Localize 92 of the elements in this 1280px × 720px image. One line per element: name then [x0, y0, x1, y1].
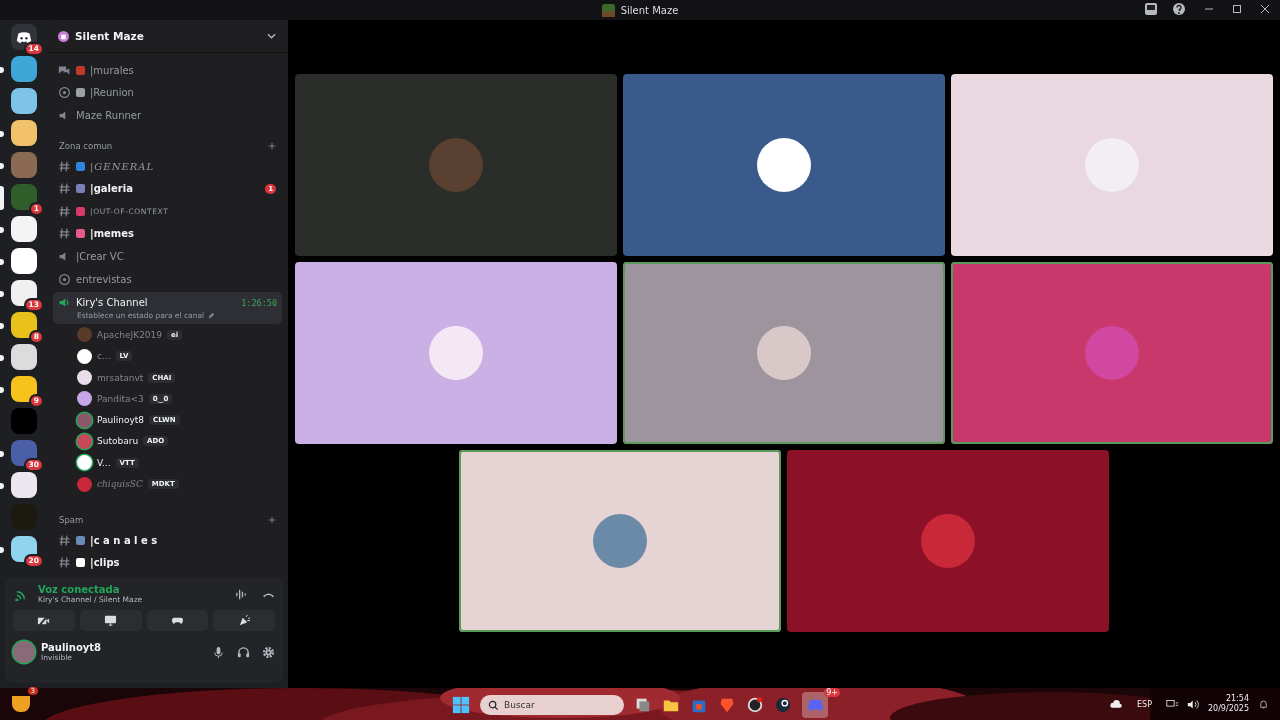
- windows-start-icon[interactable]: [452, 696, 470, 714]
- member-name: mrsatanvt: [97, 372, 144, 383]
- member-name: Sutobaru: [97, 436, 139, 447]
- forum-icon: [58, 63, 71, 77]
- clock-date[interactable]: 20/9/2025: [1207, 704, 1249, 714]
- channel-item[interactable]: |memes: [53, 222, 282, 246]
- logo-icon: [806, 698, 824, 712]
- headphones-icon[interactable]: [237, 645, 250, 659]
- hash-icon: [58, 159, 71, 173]
- party-popper-icon: [237, 614, 251, 627]
- server-icon: [58, 30, 69, 42]
- user-avatar[interactable]: [13, 641, 35, 663]
- inbox-icon[interactable]: [1144, 2, 1158, 16]
- pencil-icon[interactable]: [207, 311, 216, 320]
- channel-name: entrevistas: [76, 273, 133, 285]
- video-tile[interactable]: [295, 74, 617, 256]
- broadcast-icon: [58, 272, 71, 286]
- channel-item[interactable]: |Crear VC: [53, 245, 282, 268]
- video-tile[interactable]: [951, 262, 1273, 444]
- channel-name: |clips: [90, 557, 121, 569]
- monitor-icon: [104, 614, 118, 627]
- channel-name: Kiry's Channel: [76, 297, 149, 309]
- channel-item[interactable]: |c a n a l e s: [53, 528, 282, 552]
- close-icon[interactable]: [1260, 4, 1270, 14]
- hash-icon: [58, 556, 71, 570]
- recording-icon[interactable]: [746, 696, 764, 714]
- network-icon[interactable]: [1165, 698, 1179, 710]
- video-tile[interactable]: [787, 450, 1109, 632]
- member-name: V...: [97, 457, 111, 468]
- server-icon: [601, 3, 615, 17]
- video-tile[interactable]: [623, 74, 945, 256]
- member-name: Pandita<3: [97, 393, 144, 404]
- connection-status: Voz conectada: [38, 584, 121, 595]
- video-tile[interactable]: [459, 450, 781, 632]
- notification-badge: 9+: [824, 688, 840, 697]
- hash-icon: [58, 182, 71, 196]
- maximize-icon[interactable]: [1232, 4, 1242, 14]
- channel-item[interactable]: entrevistas: [53, 267, 282, 291]
- channel-name: |murales: [90, 64, 135, 76]
- soundboard-icon[interactable]: [235, 587, 248, 601]
- language-indicator[interactable]: ESP: [1137, 699, 1152, 709]
- microphone-icon[interactable]: [212, 645, 225, 659]
- hash-icon: [58, 227, 71, 241]
- broadcast-icon: [58, 86, 71, 100]
- screen-share-button[interactable]: [79, 610, 142, 631]
- channel-name: |GENERAL: [90, 160, 156, 172]
- channel-item[interactable]: |clips: [53, 551, 282, 574]
- channel-item[interactable]: Maze Runner: [53, 104, 282, 127]
- activity-button[interactable]: [146, 610, 209, 631]
- widgets-icon[interactable]: [12, 696, 30, 712]
- camera-off-icon: [37, 614, 51, 627]
- search-icon: [488, 700, 499, 711]
- call-timer: 1:26:50: [241, 297, 277, 308]
- task-view-icon[interactable]: [634, 696, 652, 714]
- chevron-icon: [267, 33, 276, 39]
- camera-off-button[interactable]: [13, 610, 75, 631]
- hash-icon: [58, 533, 71, 547]
- channel-name: |c a n a l e s: [90, 534, 159, 546]
- channel-item[interactable]: |GENERAL: [53, 154, 282, 178]
- cloud-icon[interactable]: [1110, 698, 1123, 710]
- search-field[interactable]: Buscar: [480, 695, 624, 715]
- video-tile[interactable]: [623, 262, 945, 444]
- notification-icon[interactable]: [1257, 698, 1270, 710]
- window-title: Silent Maze: [620, 4, 679, 16]
- member-name: c...: [97, 351, 111, 362]
- video-tile[interactable]: [295, 262, 617, 444]
- channel-name: |memes: [90, 228, 135, 240]
- logo-icon: [16, 30, 32, 44]
- server-name: Silent Maze: [75, 30, 145, 42]
- soundboard-button[interactable]: [213, 610, 275, 631]
- category-label[interactable]: Spam: [59, 514, 84, 525]
- category-label[interactable]: Zona comun: [59, 140, 113, 151]
- clock-time[interactable]: 21:54: [1225, 694, 1249, 704]
- channel-item[interactable]: |Reunion: [53, 81, 282, 105]
- channel-item[interactable]: |murales: [53, 59, 282, 82]
- add-icon[interactable]: [268, 515, 276, 524]
- hash-icon: [58, 204, 71, 218]
- user-name: Paulinoyt8: [41, 642, 103, 653]
- channel-name: |Reunion: [90, 87, 135, 99]
- member-name: chiquisSC: [97, 479, 143, 490]
- server-header[interactable]: Silent Maze: [48, 20, 288, 53]
- settings-icon[interactable]: [262, 645, 275, 659]
- help-icon[interactable]: [1172, 2, 1186, 16]
- video-tile[interactable]: [951, 74, 1273, 256]
- steam-icon[interactable]: [774, 696, 792, 714]
- channel-name: |galeria: [90, 183, 134, 195]
- channel-name: Maze Runner: [76, 110, 143, 121]
- volume-icon[interactable]: [1186, 698, 1200, 710]
- member-name: Paulinoyt8: [97, 415, 145, 426]
- add-icon[interactable]: [268, 141, 276, 150]
- member-name: ApacheJK2019: [97, 330, 163, 340]
- channel-name: |Crear VC: [76, 250, 125, 262]
